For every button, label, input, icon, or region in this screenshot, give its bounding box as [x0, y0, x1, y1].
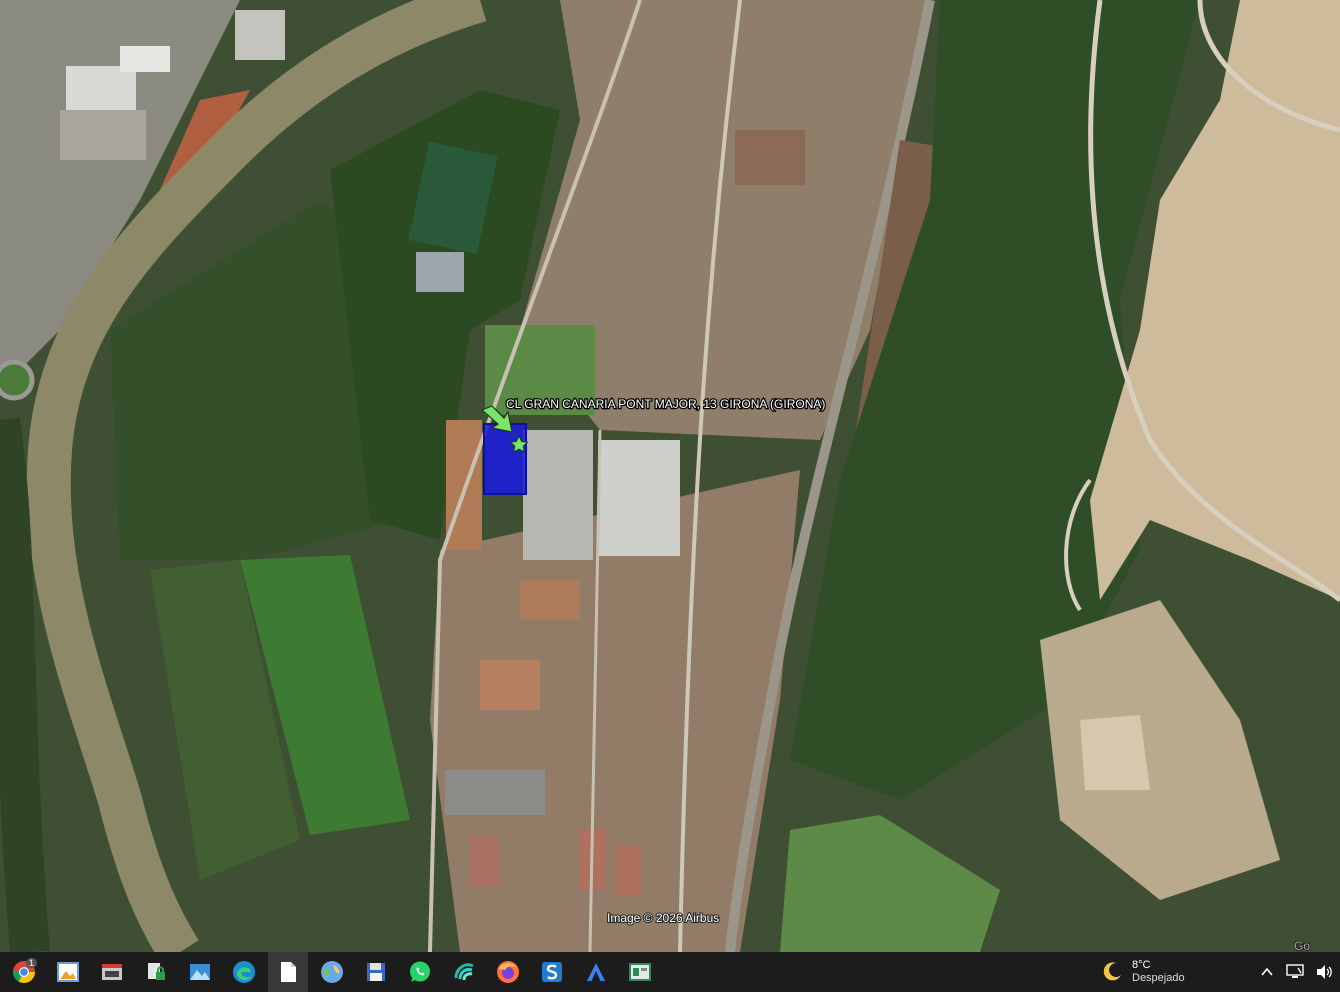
landscape-icon [190, 964, 210, 980]
taskbar-app-a[interactable] [576, 952, 616, 992]
taskbar-secure-files[interactable] [136, 952, 176, 992]
block-2 [520, 580, 580, 620]
warehouse-1 [66, 66, 136, 112]
taskbar-maps-image[interactable] [180, 952, 220, 992]
chrome-badge: 1 [26, 958, 38, 968]
network-icon[interactable] [1286, 964, 1304, 980]
s-app-icon [542, 962, 562, 982]
taskbar-app-swirl[interactable] [444, 952, 484, 992]
taskbar-edge[interactable] [224, 952, 264, 992]
floppy-disk-icon [367, 963, 385, 981]
taskbar-app-s[interactable] [532, 952, 572, 992]
brown-field [735, 130, 805, 185]
quarry-pit [1080, 715, 1150, 790]
globe-icon [321, 961, 343, 983]
taskbar-chrome[interactable]: 1 [4, 952, 44, 992]
taskbar-explorer-window[interactable] [92, 952, 132, 992]
factory-roof [523, 430, 593, 560]
weather-desc: Despejado [1132, 972, 1185, 984]
warehouse-4 [235, 10, 285, 60]
taskbar: 1 8°C Despejado [0, 952, 1340, 992]
satellite-map[interactable]: CL GRAN CANARIA PONT MAJOR, 13 GIRONA (G… [0, 0, 1340, 952]
weather-temp: 8°C [1132, 959, 1151, 971]
warehouse-3 [120, 46, 170, 72]
volume-icon[interactable] [1316, 964, 1334, 980]
block-4 [616, 845, 642, 895]
a-app-icon [587, 963, 605, 981]
river-bank-west [0, 417, 50, 952]
firefox-icon [497, 961, 519, 983]
edge-icon [233, 961, 255, 983]
highlighted-parcel[interactable] [483, 423, 527, 495]
sports-court [416, 252, 464, 292]
imagery-attribution: Image © 2026 Airbus [607, 911, 719, 925]
swirl-icon [454, 963, 474, 981]
chevron-up-icon[interactable] [1260, 965, 1274, 979]
whatsapp-icon [410, 961, 430, 982]
warehouse-2 [60, 110, 146, 160]
app-window-icon [629, 963, 651, 981]
taskbar-save[interactable] [356, 952, 396, 992]
lock-file-icon [148, 963, 165, 980]
taskbar-whatsapp[interactable] [400, 952, 440, 992]
parking [445, 770, 545, 815]
document-icon [281, 962, 296, 982]
window-icon [102, 964, 122, 980]
taskbar-firefox[interactable] [488, 952, 528, 992]
roundabout [0, 359, 35, 401]
taskbar-google-earth[interactable] [312, 952, 352, 992]
block-1 [480, 660, 540, 710]
taskbar-app-window[interactable] [620, 952, 660, 992]
moon-icon [1103, 962, 1121, 981]
taskbar-notepad[interactable] [268, 952, 308, 992]
photos-icon [57, 962, 79, 982]
system-tray [1260, 952, 1334, 992]
factory-roof-2 [598, 440, 680, 556]
weather-widget[interactable]: 8°C Despejado [1100, 952, 1185, 992]
place-label[interactable]: CL GRAN CANARIA PONT MAJOR, 13 GIRONA (G… [505, 396, 827, 413]
taskbar-photos[interactable] [48, 952, 88, 992]
block-5 [470, 835, 500, 885]
corner-logo-text: Go [1294, 939, 1310, 952]
